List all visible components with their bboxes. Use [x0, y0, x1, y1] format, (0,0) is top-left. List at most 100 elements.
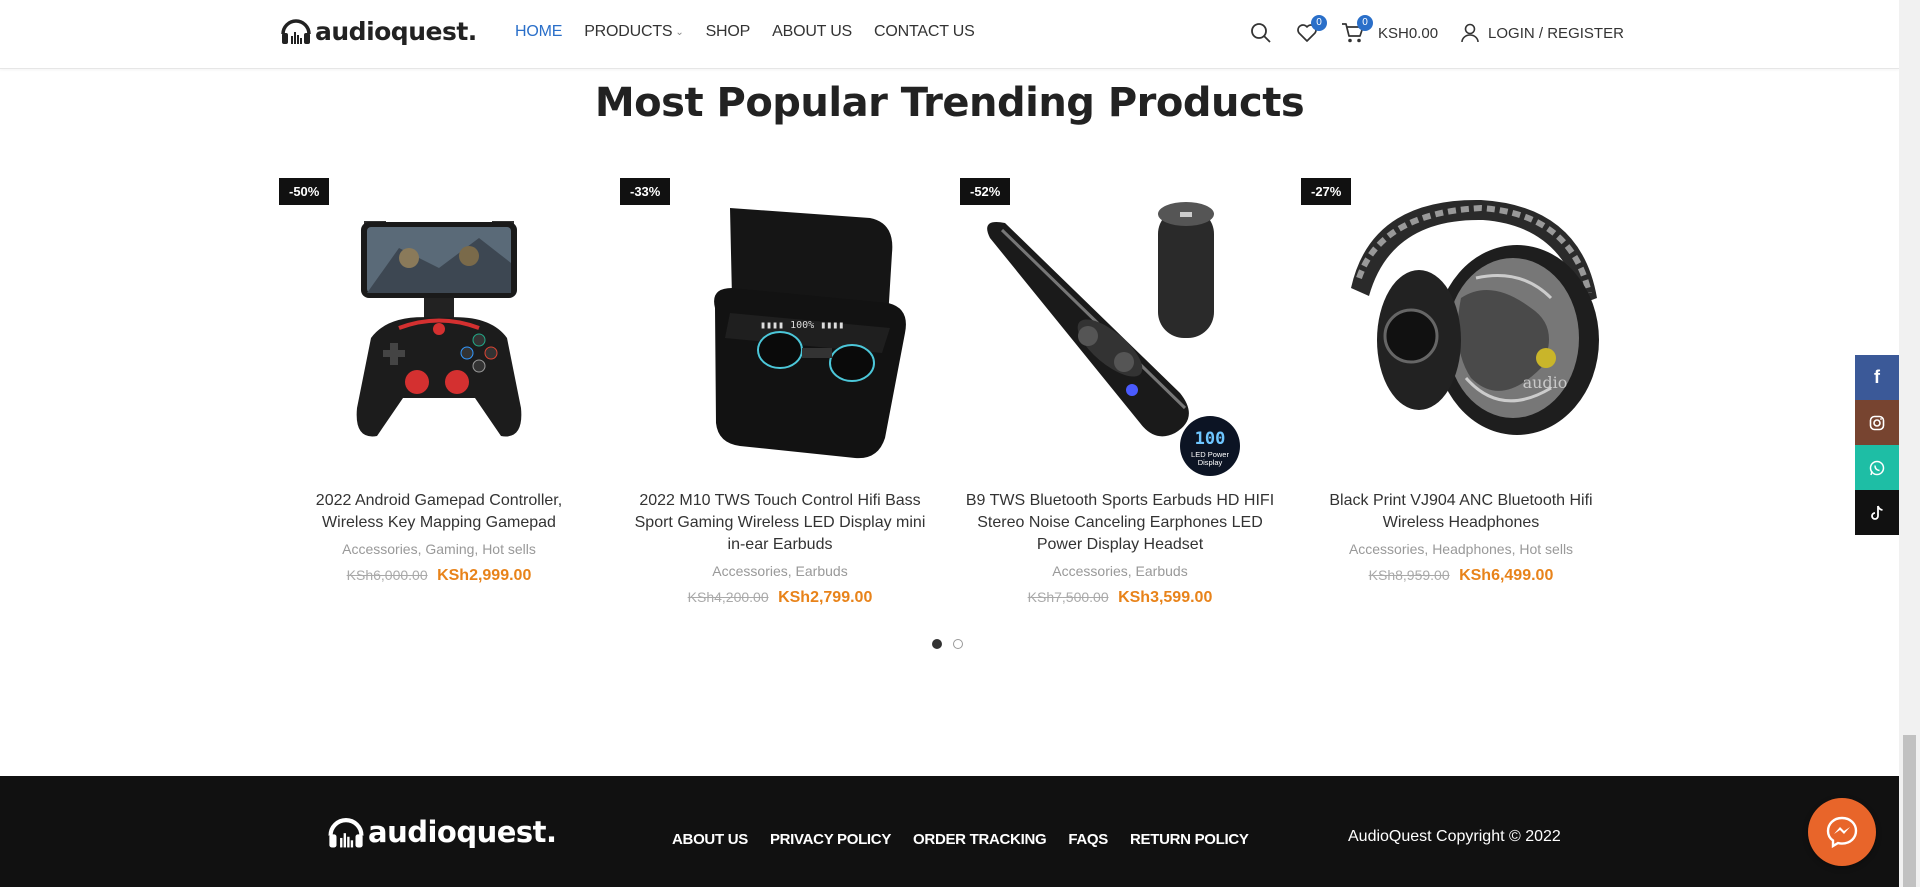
footer-link-order-tracking[interactable]: ORDER TRACKING	[913, 831, 1047, 848]
cart-button[interactable]: 0	[1338, 15, 1373, 48]
tiktok-icon	[1871, 505, 1883, 520]
footer-nav: ABOUT US PRIVACY POLICY ORDER TRACKING F…	[672, 831, 1271, 848]
old-price: KSh6,000.00	[346, 567, 428, 583]
category-link[interactable]: Earbuds	[1136, 563, 1188, 579]
facebook-share-button[interactable]: f	[1855, 355, 1899, 400]
product-price: KSh7,500.00 KSh3,599.00	[960, 589, 1280, 607]
chevron-down-icon: ⌄	[675, 26, 684, 38]
discount-badge: -27%	[1301, 178, 1352, 205]
nav-products-label: PRODUCTS	[584, 23, 673, 40]
site-logo[interactable]: audioquest.	[280, 16, 477, 46]
old-price: KSh7,500.00	[1027, 589, 1109, 605]
category-link[interactable]: Hot sells	[1519, 541, 1573, 557]
product-card[interactable]: -33% ▮▮▮▮ 100% ▮▮▮▮ 2022 M10 TWS Touch C…	[620, 178, 940, 607]
instagram-icon	[1869, 415, 1885, 430]
product-card[interactable]: -27% audio Black Print VJ904 ANC Bluetoo…	[1301, 178, 1621, 585]
product-image[interactable]: -27% audio	[1301, 178, 1621, 478]
category-link[interactable]: Accessories	[1052, 563, 1127, 579]
headphones-image: audio	[1351, 199, 1599, 435]
display-caption-line2: Display	[1198, 458, 1223, 467]
search-button[interactable]	[1246, 18, 1276, 48]
whatsapp-icon	[1869, 460, 1885, 475]
tiktok-share-button[interactable]	[1855, 490, 1899, 535]
product-price: KSh4,200.00 KSh2,799.00	[620, 589, 940, 607]
product-card[interactable]: -52% 100 LED Power Display B9 TWS Blueto…	[960, 178, 1280, 607]
login-register-link[interactable]: LOGIN / REGISTER	[1460, 23, 1624, 43]
earbuds-case-image: ▮▮▮▮ 100% ▮▮▮▮	[714, 208, 906, 459]
messenger-chat-button[interactable]	[1808, 798, 1876, 866]
svg-text:▮▮▮▮ 100% ▮▮▮▮: ▮▮▮▮ 100% ▮▮▮▮	[760, 320, 844, 331]
sale-price: KSh3,599.00	[1118, 589, 1213, 606]
product-price: KSh8,959.00 KSh6,499.00	[1301, 567, 1621, 585]
header-actions: 0 0 KSH0.00 LOGIN / REGISTER	[1246, 15, 1624, 48]
display-readout: 100	[1195, 429, 1226, 449]
product-card[interactable]: -50% 2022 Android Gamepad Controller, Wi…	[279, 178, 599, 585]
footer-logo[interactable]: audioquest.	[327, 814, 557, 850]
image-watermark: audio	[1523, 373, 1568, 392]
footer-link-faqs[interactable]: FAQS	[1068, 831, 1108, 848]
category-link[interactable]: Headphones	[1432, 541, 1511, 557]
category-link[interactable]: Accessories	[1349, 541, 1424, 557]
discount-badge: -52%	[960, 178, 1011, 205]
product-categories: Accessories, Earbuds	[712, 563, 848, 579]
footer-link-return-policy[interactable]: RETURN POLICY	[1130, 831, 1249, 848]
product-name[interactable]: 2022 M10 TWS Touch Control Hifi Bass Spo…	[620, 490, 940, 556]
product-categories: Accessories, Gaming, Hot sells	[342, 541, 536, 557]
old-price: KSh4,200.00	[687, 589, 769, 605]
logo-text: audioquest.	[315, 16, 477, 46]
product-name[interactable]: B9 TWS Bluetooth Sports Earbuds HD HIFI …	[960, 490, 1280, 556]
social-sidebar: f	[1855, 355, 1899, 535]
instagram-share-button[interactable]	[1855, 400, 1899, 445]
product-name[interactable]: 2022 Android Gamepad Controller, Wireles…	[279, 490, 599, 534]
discount-badge: -33%	[620, 178, 671, 205]
copyright-text: AudioQuest Copyright © 2022	[1348, 828, 1561, 845]
category-link[interactable]: Hot sells	[482, 541, 536, 557]
carousel-dot-1[interactable]	[932, 639, 942, 649]
login-register-label: LOGIN / REGISTER	[1488, 24, 1624, 42]
wishlist-count-badge: 0	[1311, 15, 1327, 31]
footer-logo-text: audioquest.	[368, 815, 557, 849]
nav-contact-us[interactable]: CONTACT US	[874, 23, 975, 41]
cart-total[interactable]: KSH0.00	[1378, 25, 1438, 42]
nav-about-us[interactable]: ABOUT US	[772, 23, 852, 41]
facebook-icon: f	[1874, 367, 1880, 387]
nav-home[interactable]: HOME	[515, 23, 562, 41]
wishlist-button[interactable]: 0	[1292, 15, 1327, 48]
nav-products[interactable]: PRODUCTS ⌄	[584, 23, 684, 41]
footer-link-about-us[interactable]: ABOUT US	[672, 831, 748, 848]
whatsapp-share-button[interactable]	[1855, 445, 1899, 490]
headphones-logo-icon	[328, 818, 364, 848]
carousel-dot-2[interactable]	[953, 639, 963, 649]
product-name[interactable]: Black Print VJ904 ANC Bluetooth Hifi Wir…	[1301, 490, 1621, 534]
sale-price: KSh2,799.00	[778, 589, 873, 606]
product-categories: Accessories, Earbuds	[1052, 563, 1188, 579]
cart-count-badge: 0	[1357, 15, 1373, 31]
gamepad-image	[356, 221, 522, 437]
site-header: audioquest. HOME PRODUCTS ⌄ SHOP ABOUT US…	[0, 0, 1899, 69]
tube-earbuds-image: 100 LED Power Display	[987, 202, 1240, 476]
nav-shop[interactable]: SHOP	[706, 23, 751, 41]
search-icon	[1251, 23, 1271, 43]
sale-price: KSh2,999.00	[437, 567, 532, 584]
site-footer: audioquest. ABOUT US PRIVACY POLICY ORDE…	[0, 776, 1899, 887]
user-icon	[1461, 23, 1479, 43]
category-link[interactable]: Earbuds	[796, 563, 848, 579]
main-nav: HOME PRODUCTS ⌄ SHOP ABOUT US CONTACT US	[515, 23, 997, 41]
product-image[interactable]: -33% ▮▮▮▮ 100% ▮▮▮▮	[620, 178, 940, 478]
messenger-icon	[1826, 816, 1858, 849]
old-price: KSh8,959.00	[1368, 567, 1450, 583]
footer-link-privacy-policy[interactable]: PRIVACY POLICY	[770, 831, 891, 848]
category-link[interactable]: Accessories	[712, 563, 787, 579]
carousel-pagination	[932, 639, 963, 649]
category-link[interactable]: Accessories	[342, 541, 417, 557]
product-image[interactable]: -50%	[279, 178, 599, 478]
product-price: KSh6,000.00 KSh2,999.00	[279, 567, 599, 585]
section-title: Most Popular Trending Products	[594, 80, 1305, 126]
discount-badge: -50%	[279, 178, 330, 205]
sale-price: KSh6,499.00	[1459, 567, 1554, 584]
category-link[interactable]: Gaming	[425, 541, 474, 557]
scrollbar-thumb[interactable]	[1903, 735, 1916, 887]
product-categories: Accessories, Headphones, Hot sells	[1348, 541, 1574, 557]
product-image[interactable]: -52% 100 LED Power Display	[960, 178, 1280, 478]
headphones-logo-icon	[281, 19, 311, 44]
